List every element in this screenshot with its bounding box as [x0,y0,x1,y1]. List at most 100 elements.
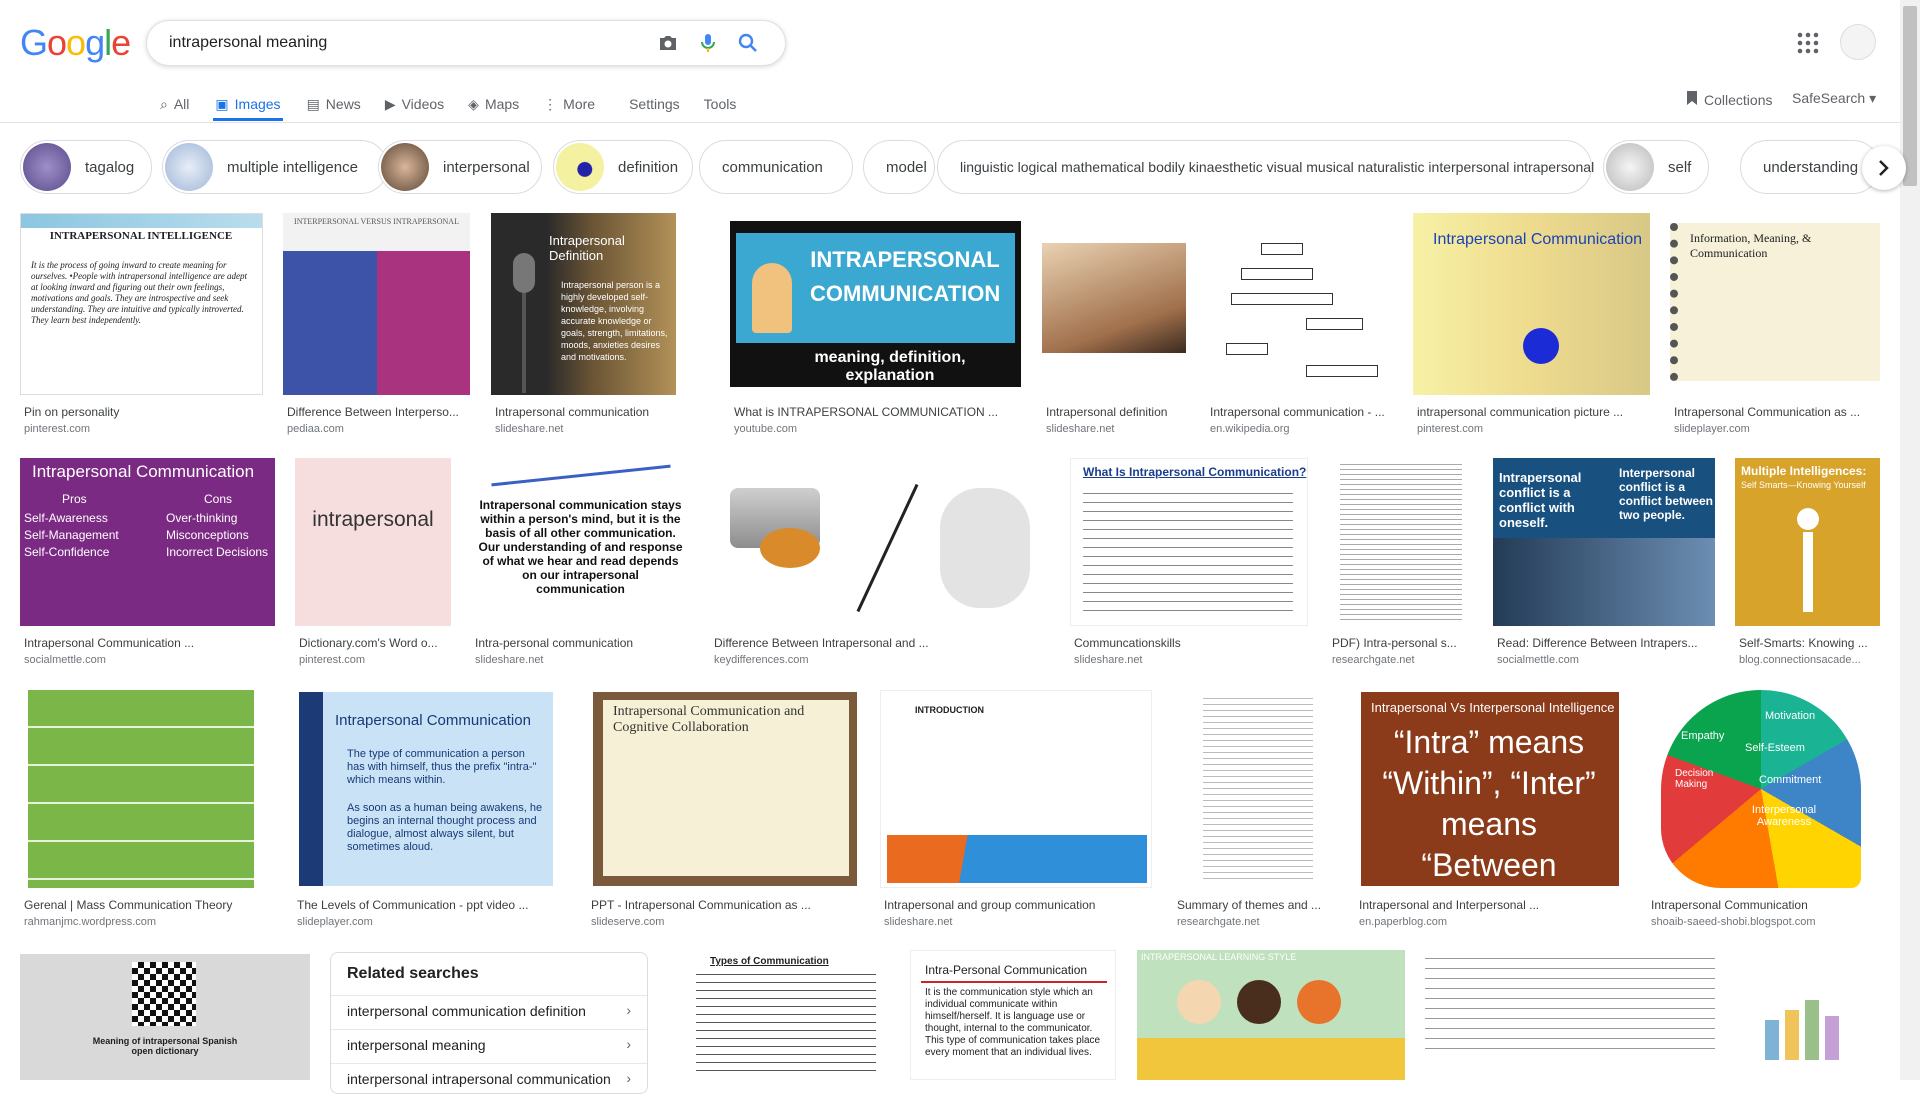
news-icon: ▤ [306,95,320,112]
safesearch-menu[interactable]: SafeSearch ▾ [1792,90,1876,107]
image-result[interactable]: Meaning of intrapersonal Spanish open di… [20,954,310,1080]
tools-link[interactable]: Tools [704,90,737,118]
image-result[interactable]: Multiple Intelligences: Self Smarts—Know… [1735,458,1880,666]
camera-icon[interactable] [657,32,679,54]
result-thumbnail [1042,213,1186,395]
chip-interpersonal[interactable]: interpersonal [378,140,542,194]
search-input[interactable] [167,31,631,55]
related-search-item[interactable]: interpersonal meaning › [331,1029,647,1060]
image-result[interactable]: Intrapersonal Vs Interpersonal Intellige… [1355,690,1622,928]
microphone-icon[interactable] [697,32,719,54]
result-source: slideshare.net [475,654,544,666]
image-result[interactable]: Intrapersonal definition slideshare.net [1042,213,1186,435]
chip-self[interactable]: self [1603,140,1709,194]
result-source: en.wikipedia.org [1210,423,1290,435]
result-source: researchgate.net [1177,916,1260,928]
image-result[interactable]: INTRAPERSONAL INTELLIGENCE It is the pro… [20,213,263,435]
result-title: Intrapersonal communication [495,405,650,419]
image-result[interactable]: Motivation Empathy Self-Esteem Decision … [1647,690,1880,928]
tab-more[interactable]: ⋮ More [543,90,595,118]
chip-thumbnail [381,143,429,191]
result-thumbnail: What Is Intrapersonal Communication? [1070,458,1308,626]
result-title: Intrapersonal Communication ... [24,636,195,650]
result-source: slideplayer.com [297,916,373,928]
more-icon: ⋮ [543,95,558,112]
image-result[interactable]: Intrapersonal conflict is a conflict wit… [1493,458,1715,666]
image-result[interactable]: INTERPERSONAL VERSUS INTRAPERSONAL Diffe… [283,213,470,435]
collections-link[interactable]: Collections [1686,90,1772,109]
result-source: shoaib-saeed-shobi.blogspot.com [1651,916,1816,928]
result-thumbnail [710,458,1050,626]
image-result[interactable]: Intrapersonal Communication and Cognitiv… [587,690,863,928]
image-result[interactable]: Intrapersonal Communication intrapersona… [1413,213,1650,435]
chip-definition[interactable]: definition [553,140,693,194]
result-thumbnail [1206,213,1392,395]
tab-videos[interactable]: ▶ Videos [385,90,444,118]
result-source: pinterest.com [24,423,91,435]
result-title: Summary of themes and ... [1177,898,1322,912]
tab-maps[interactable]: ◈ Maps [468,90,519,118]
image-result[interactable]: Intra-Personal Communication It is the c… [910,950,1116,1080]
image-result[interactable]: Summary of themes and ... researchgate.n… [1173,690,1335,928]
image-result[interactable]: What Is Intrapersonal Communication? Com… [1070,458,1308,666]
tab-images[interactable]: ▣ Images [213,90,283,121]
image-result[interactable]: INTRODUCTION Intrapersonal and group com… [880,690,1152,928]
result-source: slideshare.net [1046,423,1115,435]
image-result[interactable]: Intrapersonal Communication The type of … [293,690,560,928]
video-icon: ▶ [384,95,396,112]
settings-link[interactable]: Settings [629,90,680,118]
chip-model[interactable]: model [863,140,935,194]
chip-understanding[interactable]: understanding [1740,140,1880,194]
result-source: pediaa.com [287,423,344,435]
google-logo[interactable]: Google [20,22,131,64]
image-result[interactable]: Intrapersonal communication stays within… [471,458,690,666]
result-source: slideshare.net [884,916,953,928]
image-result[interactable]: INTRAPERSONAL LEARNING STYLE [1137,950,1405,1080]
related-searches-heading: Related searches [347,965,479,982]
result-thumbnail: Intrapersonal Communication [1413,213,1650,395]
image-result[interactable]: Intrapersonal communication - ... en.wik… [1206,213,1392,435]
tab-news[interactable]: ▤ News [307,90,361,118]
related-search-item[interactable]: interpersonal communication definition › [331,995,647,1026]
image-result[interactable]: PDF) Intra-personal s... researchgate.ne… [1328,458,1474,666]
result-thumbnail: Intrapersonal Communication Pros Cons Se… [20,458,275,626]
result-thumbnail [1328,458,1474,626]
search-box [146,20,786,66]
search-tabs: ⌕ All ▣ Images ▤ News ▶ Videos ◈ Maps ⋮ More S… [160,90,760,121]
image-result[interactable]: Types of Communication [666,950,890,1080]
chip-communication[interactable]: communication [699,140,853,194]
apps-grid-icon[interactable] [1797,32,1819,54]
account-avatar[interactable] [1840,24,1876,60]
related-search-item[interactable]: interpersonal intrapersonal communicatio… [331,1063,647,1094]
search-icon[interactable] [737,32,759,54]
image-result[interactable]: Gerenal | Mass Communication Theory rahm… [20,690,265,928]
tab-all[interactable]: ⌕ All [160,90,189,118]
result-source: socialmettle.com [24,654,106,666]
image-result[interactable]: Intrapersonal Communication Pros Cons Se… [20,458,275,666]
image-result[interactable]: intrapersonal Dictionary.com's Word o...… [295,458,451,666]
result-source: rahmanjmc.wordpress.com [24,916,157,928]
result-thumbnail: Types of Communication [666,950,890,1080]
image-result[interactable]: Intrapersonal Definition Intrapersonal p… [491,213,676,435]
top-bar: Google ⌕All ▣Images ▤News ▶Videos ◈Maps … [0,0,1900,123]
result-source: researchgate.net [1332,654,1415,666]
result-title: Gerenal | Mass Communication Theory [24,898,233,912]
chip-tagalog[interactable]: tagalog [20,140,152,194]
result-title: Intrapersonal communication - ... [1210,405,1385,419]
chip-multiple-intelligence[interactable]: multiple intelligence [162,140,388,194]
result-thumbnail: INTRODUCTION [880,690,1152,888]
chips-next-arrow-icon[interactable] [1862,146,1906,190]
image-result[interactable] [1425,950,1715,1080]
chip-thumbnail [556,143,604,191]
result-title: Intrapersonal Communication [1651,898,1808,912]
image-result[interactable]: Information, Meaning, & Communication In… [1670,213,1880,435]
image-result[interactable]: INTRAPERSONAL COMMUNICATION meaning, def… [730,213,1021,435]
image-result[interactable]: Difference Between Intrapersonal and ...… [710,458,1050,666]
result-source: slideshare.net [495,423,564,435]
result-thumbnail: Motivation Empathy Self-Esteem Decision … [1647,690,1880,888]
scrollbar-thumb[interactable] [1903,6,1917,186]
image-result[interactable] [1735,950,1880,1080]
chip-linguistic[interactable]: linguistic logical mathematical bodily k… [937,140,1594,194]
bookmark-icon [1686,90,1698,109]
chip-thumbnail [1606,143,1654,191]
